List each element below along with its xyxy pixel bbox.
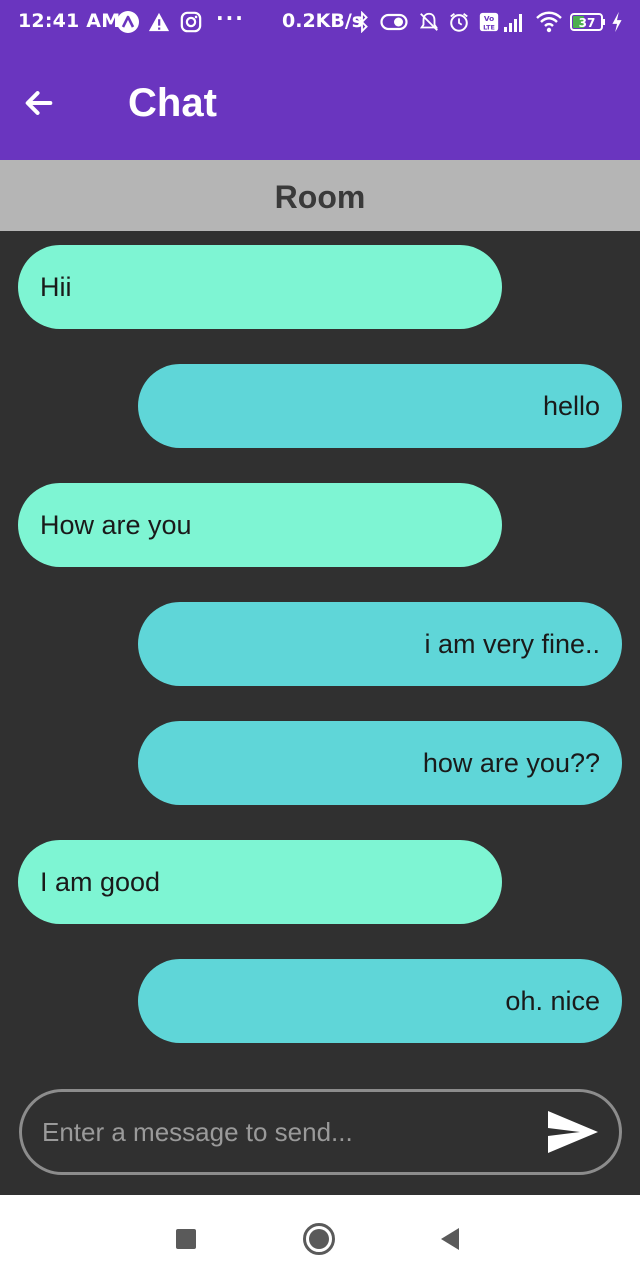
battery-icon: 37: [570, 10, 606, 34]
back-icon: [441, 1228, 459, 1250]
svg-text:LTE: LTE: [483, 23, 495, 31]
status-time: 12:41 AM: [18, 10, 121, 32]
toggle-icon: [380, 10, 408, 34]
page-title: Chat: [128, 81, 217, 125]
charging-icon: [610, 10, 624, 34]
message-sent: i am very fine..: [138, 602, 622, 686]
battery-level: 37: [579, 16, 596, 30]
recents-icon: [176, 1229, 196, 1249]
message-sent: hello: [138, 364, 622, 448]
message-sent: oh. nice: [138, 959, 622, 1043]
message-composer: [19, 1089, 622, 1175]
nav-back-button[interactable]: [428, 1217, 472, 1261]
warning-icon: [148, 10, 170, 34]
send-icon: [548, 1111, 598, 1153]
message-received: How are you: [18, 483, 502, 567]
alarm-icon: [448, 10, 470, 34]
more-dots-icon: ···: [216, 6, 245, 30]
room-title: Room: [0, 160, 640, 231]
home-icon: [303, 1223, 335, 1255]
arc-app-icon: [116, 10, 140, 34]
message-received: I am good: [18, 840, 502, 924]
status-bar: 12:41 AM ··· 0.2KB/s Vo LTE 37: [0, 0, 640, 46]
message-received: Hii: [18, 245, 502, 329]
home-button[interactable]: [297, 1217, 341, 1261]
wifi-icon: [536, 10, 562, 34]
volte-icon: Vo LTE: [478, 10, 500, 34]
network-speed: 0.2KB/s: [282, 10, 364, 32]
send-button[interactable]: [545, 1106, 601, 1158]
recents-button[interactable]: [164, 1217, 208, 1261]
message-list[interactable]: Hii hello How are you i am very fine.. h…: [0, 231, 640, 1079]
message-sent: how are you??: [138, 721, 622, 805]
message-input[interactable]: [42, 1092, 522, 1172]
instagram-icon: [180, 10, 202, 34]
app-bar: Chat: [0, 46, 640, 160]
navigation-bar: [0, 1195, 640, 1280]
signal-icon: [502, 10, 526, 34]
svg-text:Vo: Vo: [484, 14, 494, 23]
alarm-off-icon: [418, 10, 440, 34]
arrow-left-icon: [25, 91, 53, 115]
bluetooth-icon: [354, 10, 370, 34]
back-button[interactable]: [12, 76, 66, 130]
